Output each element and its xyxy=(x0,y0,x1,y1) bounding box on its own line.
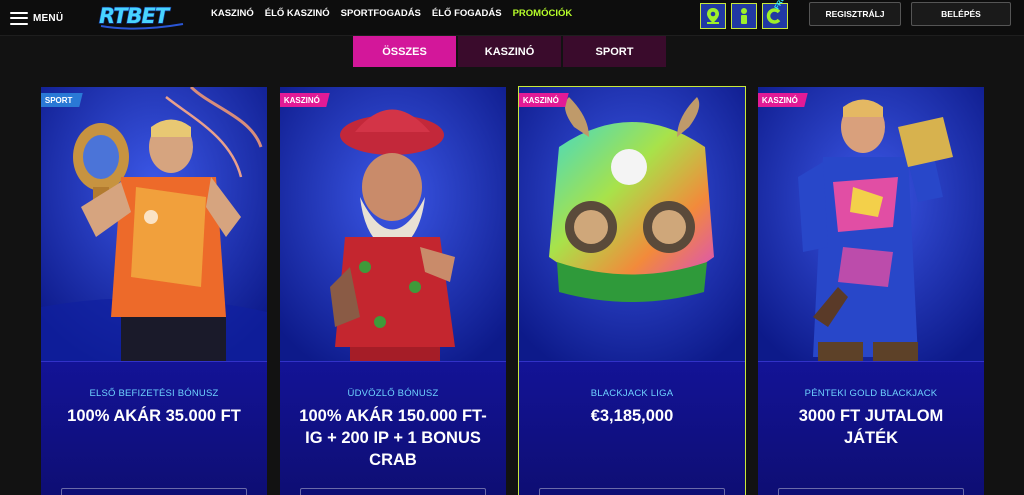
free-coin-icon[interactable]: FREE xyxy=(762,0,789,29)
football-player-trophy-image xyxy=(41,87,267,361)
menu-label: MENÜ xyxy=(33,12,64,24)
promo-card-first-deposit[interactable]: SPORT ELSŐ BEFIZETÉSI BÓNUSZ 100% AKÁR 3… xyxy=(41,87,267,495)
main-nav: KASZINÓ ÉLŐ KASZINÓ SPORTFOGADÁS ÉLŐ FOG… xyxy=(211,8,572,22)
category-badge: SPORT xyxy=(41,93,83,107)
promo-card-welcome-bonus[interactable]: KASZINÓ ÜDVÖZLŐ BÓNUSZ 100% AKÁR 150.000… xyxy=(280,87,506,495)
bearded-character-image xyxy=(280,87,506,361)
card-body: ÜDVÖZLŐ BÓNUSZ 100% AKÁR 150.000 FT-IG +… xyxy=(280,361,506,495)
card-subtitle: BLACKJACK LIGA xyxy=(590,388,674,399)
card-action-button[interactable] xyxy=(61,488,247,495)
top-bar: MENÜ RTBET KASZINÓ ÉLŐ KASZINÓ SPORTFOGA… xyxy=(0,0,1024,36)
card-body: BLACKJACK LIGA €3,185,000 xyxy=(519,361,745,495)
card-body: PÉNTEKI GOLD BLACKJACK 3000 FT JUTALOM J… xyxy=(758,361,984,495)
nav-item-elo-kaszino[interactable]: ÉLŐ KASZINÓ xyxy=(265,8,330,22)
card-action-button[interactable] xyxy=(539,488,725,495)
menu-button[interactable]: MENÜ xyxy=(10,7,63,29)
card-action-button[interactable] xyxy=(300,488,486,495)
mega-win-helmet-image xyxy=(519,87,745,361)
tab-osszes[interactable]: ÖSSZES xyxy=(353,36,456,67)
man-with-gold-bar-image xyxy=(758,87,984,361)
nav-item-promociok[interactable]: PROMÓCIÓK xyxy=(513,8,573,22)
person-icon[interactable] xyxy=(731,3,757,29)
category-badge: KASZINÓ xyxy=(519,93,569,107)
hamburger-icon xyxy=(10,11,28,25)
card-title: 3000 FT JUTALOM JÁTÉK xyxy=(798,407,944,447)
card-subtitle: ÜDVÖZLŐ BÓNUSZ xyxy=(347,388,439,399)
tab-kaszino[interactable]: KASZINÓ xyxy=(458,36,561,67)
promo-card-blackjack-liga[interactable]: KASZINÓ BLACKJACK LIGA €3,185,000 xyxy=(518,86,746,495)
card-body: ELSŐ BEFIZETÉSI BÓNUSZ 100% AKÁR 35.000 … xyxy=(41,361,267,495)
nav-item-kaszino[interactable]: KASZINÓ xyxy=(211,8,254,22)
card-subtitle: PÉNTEKI GOLD BLACKJACK xyxy=(804,388,938,399)
card-title: €3,185,000 xyxy=(590,407,674,425)
promo-filter-tabs: ÖSSZES KASZINÓ SPORT xyxy=(353,36,666,67)
nav-item-sportfogadas[interactable]: SPORTFOGADÁS xyxy=(341,8,421,22)
card-title: 100% AKÁR 35.000 FT xyxy=(67,407,241,425)
tab-sport[interactable]: SPORT xyxy=(563,36,666,67)
category-badge: KASZINÓ xyxy=(280,93,330,107)
login-button[interactable]: BELÉPÉS xyxy=(911,2,1011,26)
register-button[interactable]: REGISZTRÁLJ xyxy=(809,2,901,26)
promo-card-gold-blackjack[interactable]: KASZINÓ PÉNTEKI GOLD BLACKJACK 3000 FT J… xyxy=(758,87,984,495)
category-badge: KASZINÓ xyxy=(758,93,808,107)
map-pin-icon[interactable] xyxy=(700,3,726,29)
logo-text: RTBET xyxy=(99,4,171,28)
card-action-button[interactable] xyxy=(778,488,964,495)
nav-item-elo-fogadas[interactable]: ÉLŐ FOGADÁS xyxy=(432,8,502,22)
card-subtitle: ELSŐ BEFIZETÉSI BÓNUSZ xyxy=(89,388,219,399)
card-title: 100% AKÁR 150.000 FT-IG + 200 IP + 1 BON… xyxy=(299,407,487,469)
site-logo[interactable]: RTBET xyxy=(97,2,193,32)
